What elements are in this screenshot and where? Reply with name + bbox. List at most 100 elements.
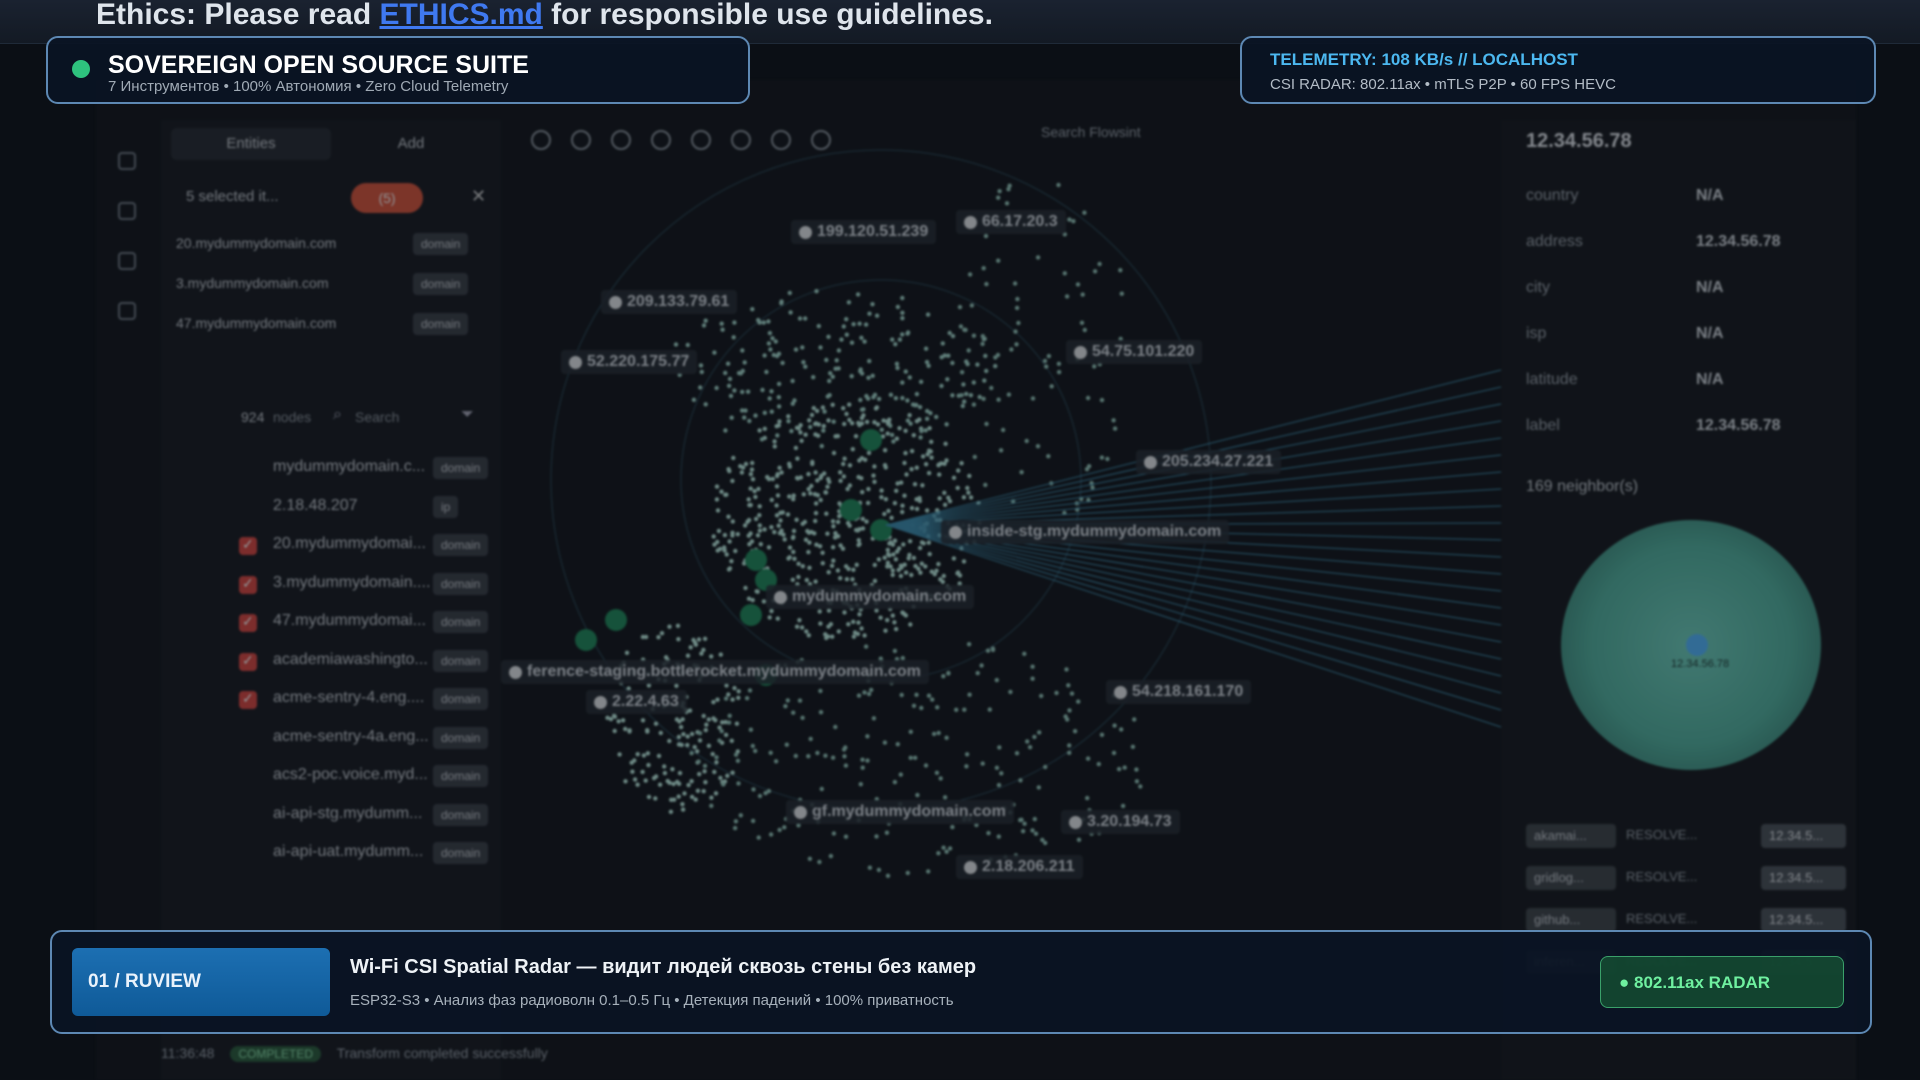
graph-node[interactable] xyxy=(965,485,970,491)
graph-node[interactable] xyxy=(857,612,862,617)
graph-node[interactable] xyxy=(870,373,875,378)
graph-node[interactable] xyxy=(665,778,670,784)
graph-node[interactable] xyxy=(908,755,913,760)
graph-node[interactable] xyxy=(816,422,821,427)
graph-node[interactable] xyxy=(806,530,812,535)
graph-node[interactable] xyxy=(757,504,762,509)
close-icon[interactable]: ✕ xyxy=(471,186,486,207)
graph-node[interactable] xyxy=(1063,714,1068,719)
graph-node[interactable] xyxy=(996,397,1001,402)
graph-node[interactable] xyxy=(750,460,755,466)
graph-node[interactable] xyxy=(924,508,930,513)
graph-node[interactable] xyxy=(1085,756,1091,761)
graph-node[interactable] xyxy=(836,348,842,353)
graph-node[interactable] xyxy=(629,760,634,765)
graph-node[interactable] xyxy=(791,493,796,498)
graph-node[interactable] xyxy=(784,742,789,747)
graph-node[interactable] xyxy=(889,515,894,520)
row-checkbox[interactable] xyxy=(239,613,257,632)
graph-node[interactable] xyxy=(950,333,956,339)
graph-node[interactable] xyxy=(1036,785,1041,790)
graph-node[interactable] xyxy=(967,692,972,697)
graph-node[interactable] xyxy=(713,791,719,796)
graph-node[interactable] xyxy=(685,653,691,658)
graph-node[interactable] xyxy=(755,589,760,594)
graph-node[interactable] xyxy=(806,754,811,759)
graph-node[interactable] xyxy=(731,455,736,461)
graph-node[interactable] xyxy=(807,565,812,570)
graph-node[interactable] xyxy=(860,489,865,495)
graph-node[interactable] xyxy=(882,448,888,453)
graph-node[interactable] xyxy=(885,431,890,436)
graph-node-label[interactable]: 54.75.101.220 xyxy=(1066,340,1203,364)
graph-node[interactable] xyxy=(818,621,823,626)
graph-node[interactable] xyxy=(718,652,723,657)
graph-node[interactable] xyxy=(656,635,661,640)
graph-node[interactable] xyxy=(871,716,877,721)
graph-node[interactable] xyxy=(1030,828,1035,833)
graph-node[interactable] xyxy=(890,568,895,573)
graph-node[interactable] xyxy=(835,433,841,439)
graph-node[interactable] xyxy=(627,729,632,734)
graph-node[interactable] xyxy=(813,518,818,524)
graph-node[interactable] xyxy=(804,629,809,634)
graph-node[interactable] xyxy=(847,417,852,423)
graph-node-label[interactable]: 2.22.4.63 xyxy=(586,690,687,714)
row-checkbox[interactable] xyxy=(239,690,257,709)
graph-node[interactable] xyxy=(790,535,796,541)
graph-node[interactable] xyxy=(841,461,846,467)
graph-node[interactable] xyxy=(732,685,737,691)
graph-node[interactable] xyxy=(821,423,826,429)
graph-node[interactable] xyxy=(1111,750,1117,756)
highlighted-node[interactable] xyxy=(605,609,627,631)
graph-node[interactable] xyxy=(723,428,728,433)
graph-node[interactable] xyxy=(962,399,967,404)
graph-node[interactable] xyxy=(806,471,811,477)
graph-node[interactable] xyxy=(872,392,878,397)
graph-node[interactable] xyxy=(797,618,802,623)
graph-node[interactable] xyxy=(897,426,902,431)
feature-tag[interactable]: 01 / RUVIEW xyxy=(72,948,330,1016)
graph-node[interactable] xyxy=(950,393,955,398)
graph-node[interactable] xyxy=(702,636,708,641)
graph-node[interactable] xyxy=(1022,821,1027,826)
graph-node[interactable] xyxy=(748,486,753,491)
graph-node[interactable] xyxy=(739,470,745,475)
graph-node[interactable] xyxy=(724,552,729,557)
graph-node[interactable] xyxy=(757,320,762,325)
graph-node[interactable] xyxy=(727,539,732,544)
graph-node[interactable] xyxy=(765,474,770,480)
graph-node[interactable] xyxy=(923,428,928,433)
graph-node[interactable] xyxy=(1039,693,1044,699)
graph-node[interactable] xyxy=(983,482,988,488)
graph-node-label[interactable]: 3.20.194.73 xyxy=(1061,810,1180,834)
graph-node[interactable] xyxy=(1092,269,1098,274)
graph-node[interactable] xyxy=(924,416,930,421)
graph-node[interactable] xyxy=(928,410,933,416)
graph-node[interactable] xyxy=(851,322,856,327)
graph-node[interactable] xyxy=(685,342,690,348)
graph-node[interactable] xyxy=(923,564,928,569)
graph-node[interactable] xyxy=(714,385,719,391)
graph-node[interactable] xyxy=(777,419,782,424)
graph-node[interactable] xyxy=(941,674,946,679)
graph-node[interactable] xyxy=(955,485,960,491)
graph-node[interactable] xyxy=(956,468,961,473)
graph-node[interactable] xyxy=(893,557,899,562)
graph-node[interactable] xyxy=(903,369,908,374)
graph-node[interactable] xyxy=(947,330,952,336)
graph-node[interactable] xyxy=(996,834,1001,839)
graph-node[interactable] xyxy=(751,787,756,792)
graph-node[interactable] xyxy=(750,597,755,603)
graph-node[interactable] xyxy=(1116,766,1122,772)
graph-node[interactable] xyxy=(886,508,891,514)
graph-node[interactable] xyxy=(900,503,905,508)
graph-node[interactable] xyxy=(645,751,651,756)
graph-node[interactable] xyxy=(963,327,968,333)
graph-node[interactable] xyxy=(1130,744,1136,749)
graph-node[interactable] xyxy=(798,430,803,435)
graph-node[interactable] xyxy=(786,419,791,424)
graph-node[interactable] xyxy=(808,736,813,742)
graph-node[interactable] xyxy=(775,616,780,621)
graph-node[interactable] xyxy=(938,776,943,781)
